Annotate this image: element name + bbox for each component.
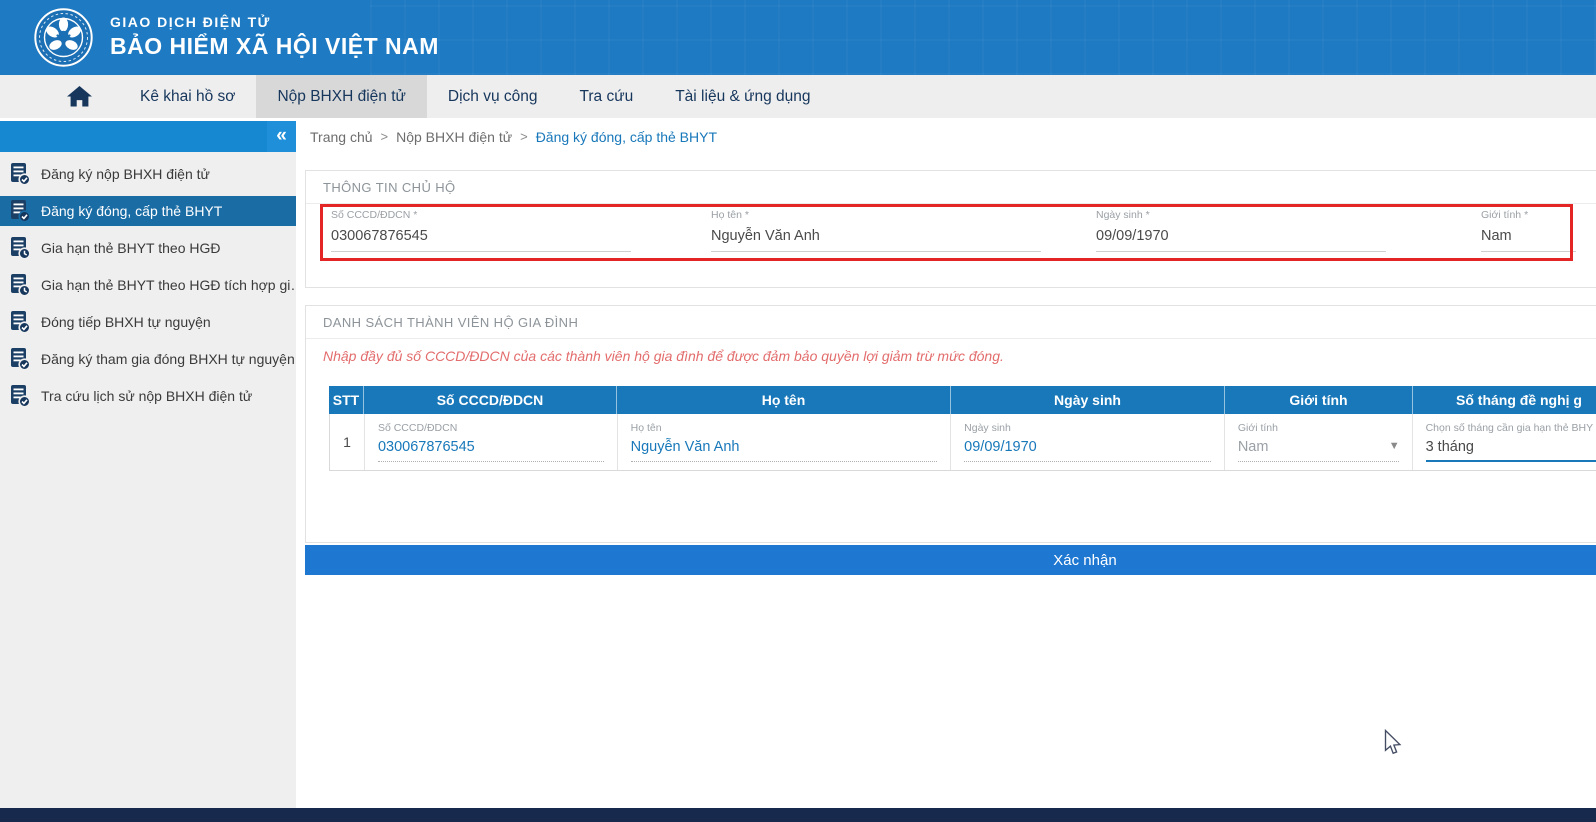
dotted-underline [1237, 461, 1399, 462]
hoten-field-label: Họ tên * [711, 209, 749, 221]
gioitinh-field-input[interactable]: Nam [1481, 228, 1576, 252]
row-sothang-label: Chọn số tháng cần gia hạn thẻ BHY [1425, 422, 1594, 434]
row-hoten-input[interactable]: Nguyễn Văn Anh [631, 439, 938, 455]
row-ngaysinh-cell: Ngày sinh 09/09/1970 [951, 414, 1225, 470]
sidebar-item-dang-ky-nop-bhxh[interactable]: Đăng ký nộp BHXH điện tử [0, 159, 296, 189]
ngaysinh-field: Ngày sinh * 09/09/1970 [1096, 209, 1386, 252]
row-sothang-select[interactable]: 3 tháng [1426, 439, 1596, 455]
app-tagline: GIAO DỊCH ĐIỆN TỬ [110, 14, 271, 30]
members-table-header: STT Số CCCD/ĐDCN Họ tên Ngày sinh Giới t… [329, 386, 1596, 414]
cccd-field-label: Số CCCD/ĐDCN * [331, 209, 418, 221]
sidebar-item-label: Đóng tiếp BHXH tự nguyện [41, 314, 211, 330]
breadcrumb-separator: > [520, 129, 528, 144]
document-check-icon [11, 384, 31, 408]
nav-item-tra-cuu[interactable]: Tra cứu [558, 75, 654, 118]
chevron-left-double-icon: « [276, 125, 287, 146]
owner-panel-title: THÔNG TIN CHỦ HỘ [323, 180, 456, 195]
main-navbar: Kê khai hồ sơ Nộp BHXH điện tử Dịch vụ c… [0, 75, 1596, 118]
home-icon [67, 86, 92, 107]
header-sothang: Số tháng đề nghị g [1413, 386, 1596, 414]
sidebar-item-label: Tra cứu lịch sử nộp BHXH điện tử [41, 388, 253, 404]
owner-info-panel: THÔNG TIN CHỦ HỘ Số CCCD/ĐDCN * 03006787… [305, 170, 1596, 288]
sidebar-item-label: Đăng ký đóng, cấp thẻ BHYT [41, 203, 223, 219]
dotted-underline [964, 461, 1211, 462]
divider [306, 203, 1596, 204]
breadcrumb-section[interactable]: Nộp BHXH điện tử [396, 129, 512, 145]
sidebar-menu: Đăng ký nộp BHXH điện tử Đăng ký đóng, c… [0, 152, 296, 808]
row-hoten-label: Họ tên [630, 422, 662, 434]
document-check-icon [11, 347, 31, 371]
sidebar-item-tra-cuu-lich-su-nop-bhxh[interactable]: Tra cứu lịch sử nộp BHXH điện tử [0, 381, 296, 411]
document-check-icon [11, 310, 31, 334]
sidebar-item-gia-han-the-bhyt-hgd-tich-hop[interactable]: Gia hạn thẻ BHYT theo HGĐ tích hợp gi… [0, 270, 296, 300]
header-cccd: Số CCCD/ĐDCN [364, 386, 617, 414]
nav-item-ke-khai-ho-so[interactable]: Kê khai hồ sơ [119, 75, 256, 118]
row-gioitinh-label: Giới tính [1237, 422, 1278, 434]
document-clock-icon [11, 273, 31, 297]
sidebar-item-label: Gia hạn thẻ BHYT theo HGĐ tích hợp gi… [41, 277, 296, 293]
dotted-underline [377, 461, 604, 462]
gioitinh-field-label: Giới tính * [1481, 209, 1529, 221]
header-decor-pattern [370, 0, 1596, 75]
header-ngaysinh: Ngày sinh [951, 386, 1225, 414]
sidebar-item-label: Gia hạn thẻ BHYT theo HGĐ [41, 240, 221, 256]
header-hoten: Họ tên [617, 386, 951, 414]
mouse-cursor [1384, 729, 1402, 755]
sidebar-collapse-button[interactable]: « [267, 121, 296, 152]
nav-item-dich-vu-cong[interactable]: Dịch vụ công [427, 75, 559, 118]
document-check-icon [11, 199, 31, 223]
row-cccd-input[interactable]: 030067876545 [378, 439, 604, 455]
breadcrumb-separator: > [380, 129, 389, 144]
ngaysinh-field-input[interactable]: 09/09/1970 [1096, 228, 1386, 252]
row-cccd-cell: Số CCCD/ĐDCN 030067876545 [365, 414, 618, 470]
selected-underline [1425, 460, 1596, 462]
members-panel: DANH SÁCH THÀNH VIÊN HỘ GIA ĐÌNH Nhập đầ… [305, 305, 1596, 543]
members-note: Nhập đầy đủ số CCCD/ĐDCN của các thành v… [323, 348, 1004, 364]
row-cccd-label: Số CCCD/ĐDCN [377, 422, 458, 434]
cccd-field: Số CCCD/ĐDCN * 030067876545 [331, 209, 631, 252]
hoten-field: Họ tên * Nguyễn Văn Anh [711, 209, 1041, 252]
sidebar-item-label: Đăng ký tham gia đóng BHXH tự nguyện [41, 351, 295, 367]
ngaysinh-field-label: Ngày sinh * [1096, 209, 1150, 221]
sidebar-item-gia-han-the-bhyt-hgd[interactable]: Gia hạn thẻ BHYT theo HGĐ [0, 233, 296, 263]
divider [306, 338, 1596, 339]
breadcrumb: Trang chủ > Nộp BHXH điện tử > Đăng ký đ… [310, 121, 717, 152]
members-panel-title: DANH SÁCH THÀNH VIÊN HỘ GIA ĐÌNH [323, 315, 579, 330]
nav-item-tai-lieu-ung-dung[interactable]: Tài liệu & ứng dụng [654, 75, 831, 118]
confirm-button[interactable]: Xác nhận [305, 545, 1596, 575]
hoten-field-input[interactable]: Nguyễn Văn Anh [711, 228, 1041, 252]
row-gioitinh-cell: Giới tính Nam ▼ [1225, 414, 1413, 470]
header-gioitinh: Giới tính [1225, 386, 1413, 414]
chevron-down-icon[interactable]: ▼ [1389, 440, 1400, 452]
sidebar-item-dang-ky-dong-cap-the-bhyt[interactable]: Đăng ký đóng, cấp thẻ BHYT [0, 196, 296, 226]
row-stt: 1 [330, 414, 365, 470]
dotted-underline [630, 461, 938, 462]
row-hoten-cell: Họ tên Nguyễn Văn Anh [618, 414, 952, 470]
header-stt: STT [329, 386, 364, 414]
row-ngaysinh-input[interactable]: 09/09/1970 [964, 439, 1211, 455]
nav-item-nop-bhxh-dien-tu[interactable]: Nộp BHXH điện tử [256, 75, 427, 118]
sidebar-item-dong-tiep-bhxh-tu-nguyen[interactable]: Đóng tiếp BHXH tự nguyện [0, 307, 296, 337]
bhxh-logo-icon [34, 8, 93, 67]
row-ngaysinh-label: Ngày sinh [964, 422, 1011, 434]
members-table: STT Số CCCD/ĐDCN Họ tên Ngày sinh Giới t… [329, 386, 1596, 471]
sidebar-header-strip: « [0, 121, 296, 152]
document-clock-icon [11, 236, 31, 260]
home-button[interactable] [40, 75, 119, 118]
document-check-icon [11, 162, 31, 186]
app-title: BẢO HIỂM XÃ HỘI VIỆT NAM [110, 33, 439, 59]
sidebar-item-label: Đăng ký nộp BHXH điện tử [41, 166, 210, 182]
sidebar-item-dang-ky-tham-gia-dong-bhxh[interactable]: Đăng ký tham gia đóng BHXH tự nguyện [0, 344, 296, 374]
row-sothang-cell: Chọn số tháng cần gia hạn thẻ BHY 3 thán… [1413, 414, 1596, 470]
page-footer [0, 808, 1596, 822]
table-row: 1 Số CCCD/ĐDCN 030067876545 Họ tên Nguyễ… [329, 414, 1596, 471]
row-gioitinh-dropdown[interactable]: Nam [1238, 439, 1399, 455]
app-header: GIAO DỊCH ĐIỆN TỬ BẢO HIỂM XÃ HỘI VIỆT N… [0, 0, 1596, 75]
breadcrumb-home[interactable]: Trang chủ [310, 129, 373, 145]
gioitinh-field: Giới tính * Nam [1481, 209, 1576, 252]
cccd-field-input[interactable]: 030067876545 [331, 228, 631, 252]
breadcrumb-current-page[interactable]: Đăng ký đóng, cấp thẻ BHYT [536, 129, 717, 145]
